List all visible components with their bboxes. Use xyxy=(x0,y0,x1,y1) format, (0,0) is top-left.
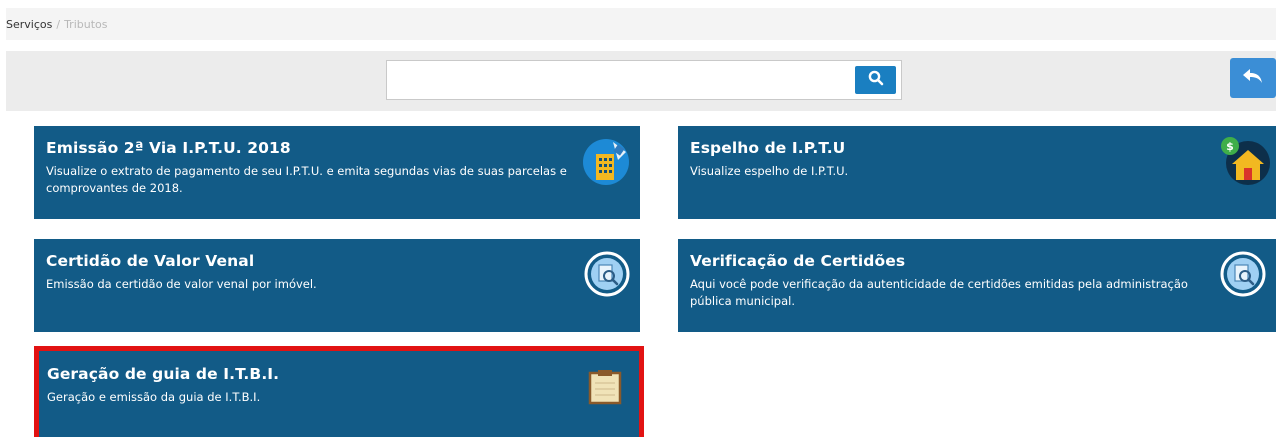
card-espelho-iptu[interactable]: Espelho de I.P.T.U Visualize espelho de … xyxy=(678,126,1276,219)
back-button[interactable] xyxy=(1230,58,1276,98)
card-verificacao-certidoes[interactable]: Verificação de Certidões Aqui você pode … xyxy=(678,239,1276,332)
card-emissao-2via-iptu[interactable]: Emissão 2ª Via I.P.T.U. 2018 Visualize o… xyxy=(34,126,640,219)
document-search-icon xyxy=(1220,251,1266,301)
search-icon xyxy=(868,70,884,90)
clipboard-icon xyxy=(585,369,625,409)
search-toolbar xyxy=(6,51,1276,111)
card-title: Espelho de I.P.T.U xyxy=(690,139,846,157)
breadcrumb-tributos: Tributos xyxy=(64,17,108,31)
card-title: Emissão 2ª Via I.P.T.U. 2018 xyxy=(46,139,291,157)
back-arrow-icon xyxy=(1241,67,1265,89)
card-geracao-guia-itbi[interactable]: Geração de guia de I.T.B.I. Geração e em… xyxy=(34,346,644,437)
card-description: Emissão da certidão de valor venal por i… xyxy=(46,277,317,291)
breadcrumb-servicos[interactable]: Serviços xyxy=(6,18,52,31)
card-certidao-valor-venal[interactable]: Certidão de Valor Venal Emissão da certi… xyxy=(34,239,640,332)
search-button[interactable] xyxy=(855,66,896,94)
card-description: Geração e emissão da guia de I.T.B.I. xyxy=(47,390,261,404)
card-description: Aqui você pode verificação da autenticid… xyxy=(690,277,1188,308)
card-title: Geração de guia de I.T.B.I. xyxy=(47,365,280,383)
card-description: Visualize o extrato de pagamento de seu … xyxy=(46,164,567,195)
search-input[interactable] xyxy=(387,61,847,99)
card-title: Certidão de Valor Venal xyxy=(46,252,255,270)
search-box xyxy=(386,60,902,100)
building-cash-icon xyxy=(582,138,630,190)
breadcrumb-separator: / xyxy=(56,17,61,31)
card-title: Verificação de Certidões xyxy=(690,252,906,270)
house-money-icon: $ xyxy=(1218,136,1274,190)
svg-text:$: $ xyxy=(1226,140,1234,153)
breadcrumb: Serviços / Tributos xyxy=(6,8,1276,40)
document-search-icon xyxy=(584,251,630,301)
card-description: Visualize espelho de I.P.T.U. xyxy=(690,164,849,178)
